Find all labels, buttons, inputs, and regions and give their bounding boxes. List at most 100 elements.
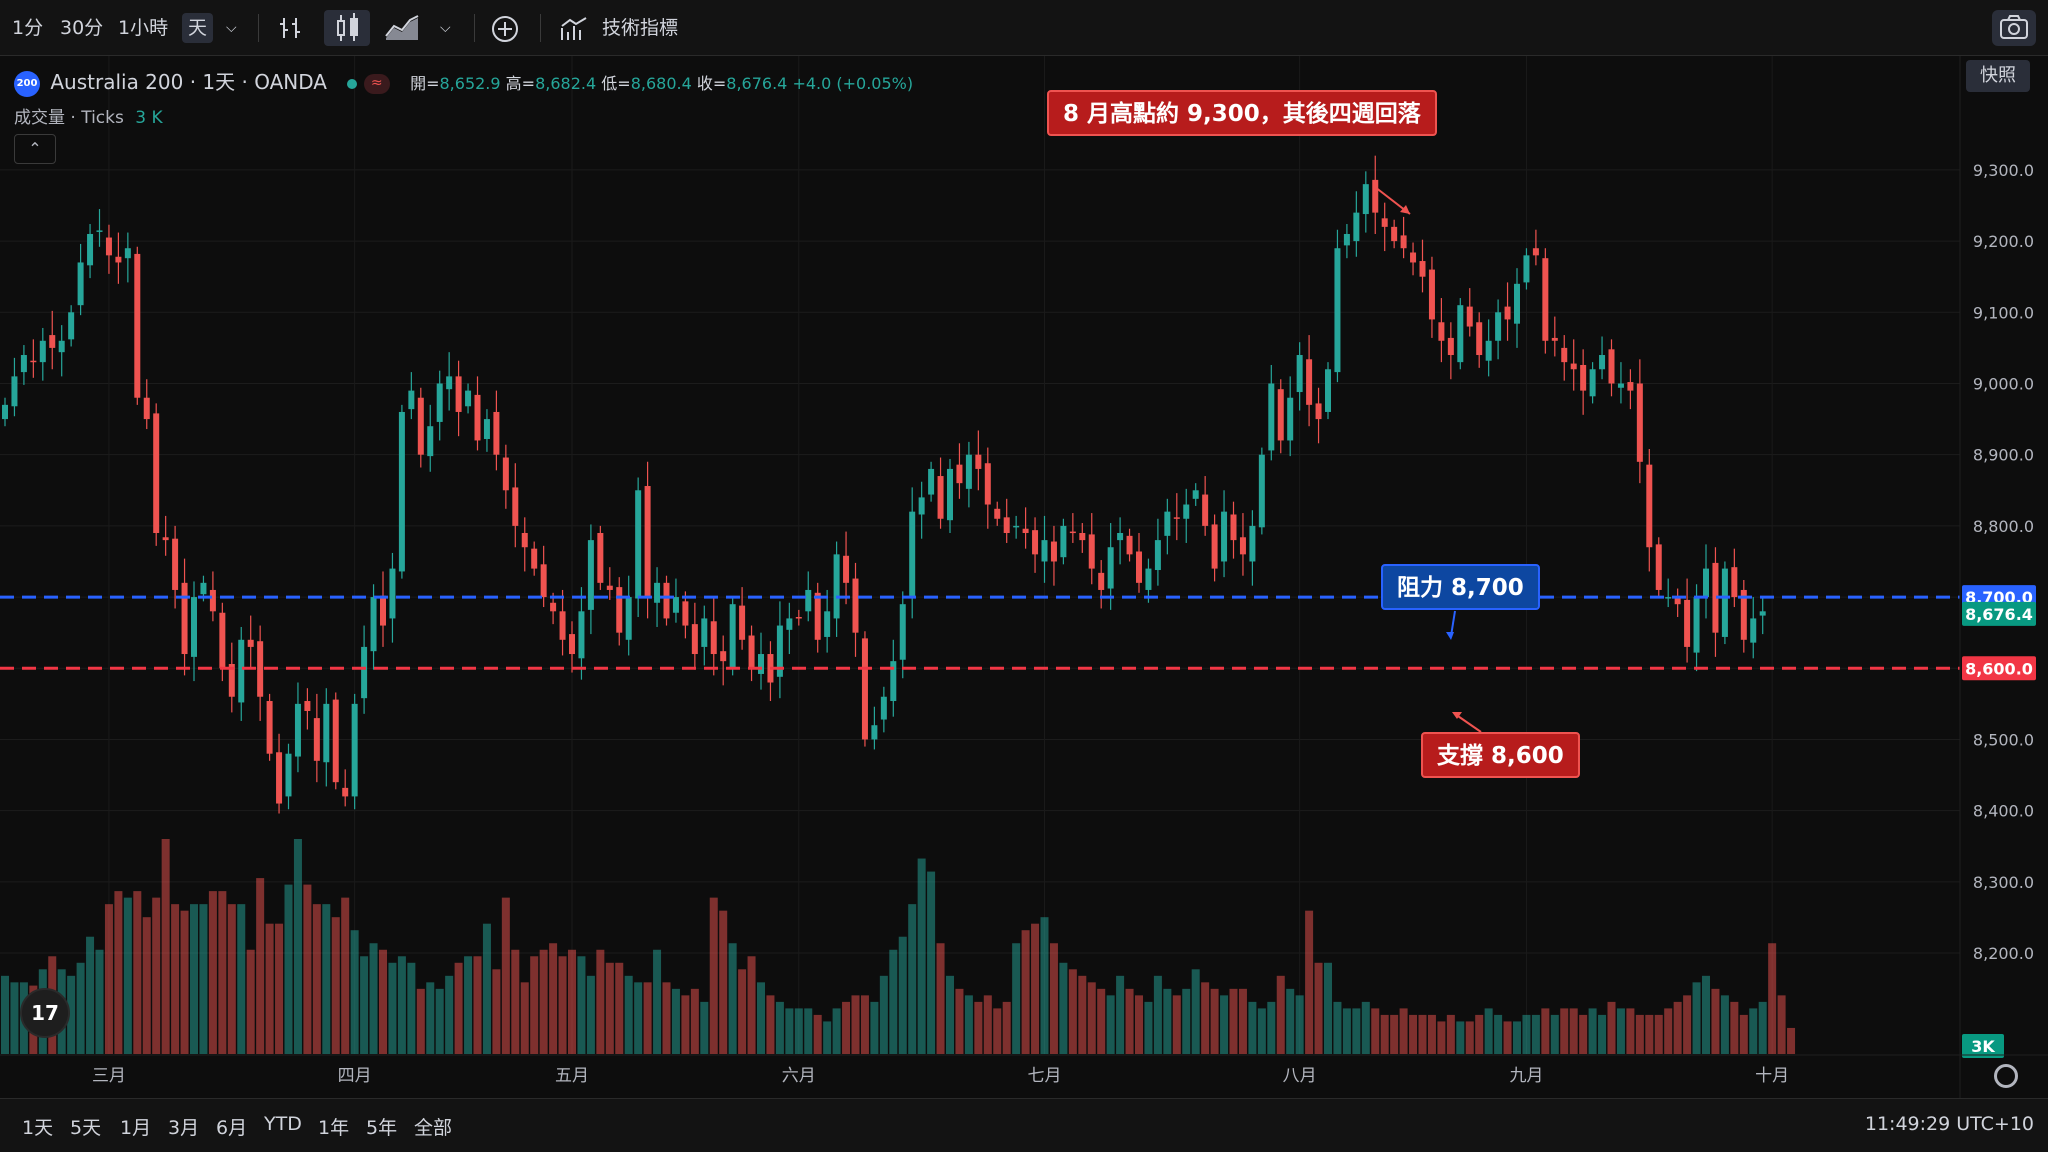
candle (1419, 239, 1426, 293)
candle (1343, 224, 1350, 259)
candle (1514, 268, 1520, 348)
range-1y-button[interactable]: 1年 (318, 1113, 349, 1140)
time-axis-month-label: 八月 (1283, 1066, 1317, 1086)
volume-bar (1484, 1008, 1493, 1054)
range-6m-button[interactable]: 6月 (216, 1113, 247, 1140)
volume-bar (974, 1001, 983, 1054)
candle-body (304, 701, 311, 711)
indicators-icon[interactable] (560, 16, 588, 46)
volume-bar (218, 891, 227, 1054)
annotation-support[interactable]: 支撐 8,600 (1421, 732, 1580, 778)
chart-type-dropdown-icon[interactable]: ⌵ (440, 13, 451, 43)
candle-body (871, 725, 878, 740)
candle-body (1268, 383, 1275, 451)
candle (918, 481, 925, 539)
candle-body (389, 568, 396, 619)
snapshot-button[interactable] (1992, 10, 2036, 46)
volume-bar (161, 839, 170, 1054)
volume-bar (700, 1001, 709, 1054)
candle-body (87, 233, 94, 266)
candle-body (172, 538, 179, 590)
interval-dropdown-chevron-icon[interactable]: ⌵ (226, 13, 237, 43)
toolbar-divider (474, 14, 475, 42)
candle (984, 447, 991, 529)
candle (786, 602, 793, 655)
indicators-button[interactable]: 技術指標 (602, 13, 678, 43)
range-3m-button[interactable]: 3月 (168, 1113, 199, 1140)
volume-bar (1361, 1001, 1370, 1054)
candle (805, 571, 812, 622)
interval-1min-button[interactable]: 1分 (12, 13, 43, 43)
candle-body (247, 639, 254, 647)
candle (1750, 597, 1757, 659)
candle-body (1154, 540, 1161, 571)
volume-bar (1588, 1008, 1597, 1054)
candle-body (521, 533, 528, 548)
toolbar-divider (540, 14, 541, 42)
candle-body (342, 787, 349, 797)
candle (313, 693, 320, 783)
candle (1325, 362, 1331, 420)
price-chart[interactable]: 8,200.08,300.08,400.08,500.08,600.08,700… (0, 56, 2048, 1098)
annotation-resistance[interactable]: 阻力 8,700 (1381, 564, 1540, 610)
candle (1400, 216, 1407, 259)
volume-bar (142, 917, 151, 1054)
candle-body (1230, 514, 1237, 541)
candle (720, 635, 727, 686)
range-all-button[interactable]: 全部 (414, 1113, 452, 1140)
candle-body (663, 582, 670, 619)
candle-body (1173, 517, 1180, 519)
interval-30min-button[interactable]: 30分 (60, 13, 103, 43)
range-1d-button[interactable]: 1天 (22, 1113, 53, 1140)
candle-body (1362, 184, 1369, 215)
volume-bar (473, 956, 482, 1054)
collapse-legend-button[interactable]: ⌃ (14, 134, 56, 164)
candle-body (1145, 568, 1152, 590)
candle (1485, 319, 1492, 377)
candle-body (1315, 403, 1322, 420)
candle-body (540, 564, 547, 598)
candle-body (30, 360, 37, 363)
symbol-title[interactable]: Australia 200 · 1天 · OANDA (50, 70, 327, 94)
interval-day-button[interactable]: 天 (182, 13, 214, 43)
candle (1013, 515, 1020, 539)
candle-body (238, 639, 245, 703)
candle (1457, 298, 1464, 370)
volume-bar (936, 943, 945, 1054)
range-ytd-button[interactable]: YTD (264, 1113, 302, 1135)
candle-body (455, 376, 462, 412)
volume-bar (1654, 1014, 1663, 1054)
candle (1126, 528, 1133, 562)
area-chart-icon[interactable] (384, 14, 420, 44)
candlestick-icon (337, 13, 358, 41)
range-1m-button[interactable]: 1月 (120, 1113, 151, 1140)
candle (776, 601, 783, 699)
candle (465, 383, 472, 414)
volume-bar (1342, 1008, 1351, 1054)
time-axis-month-label: 五月 (555, 1066, 589, 1086)
candle (493, 390, 500, 471)
range-5d-button[interactable]: 5天 (70, 1113, 101, 1140)
volume-bar (879, 975, 888, 1054)
compare-plus-icon[interactable] (490, 14, 520, 44)
candle (1353, 191, 1360, 257)
volume-bar (586, 975, 595, 1054)
data-delay-icon[interactable]: ≈ (363, 73, 390, 94)
volume-bar (1352, 1008, 1361, 1054)
bar-type-icon[interactable] (278, 16, 304, 46)
annotation-august-high[interactable]: 8 月高點約 9,300，其後四週回落 (1047, 90, 1437, 136)
volume-bar (1720, 995, 1729, 1054)
candle-body (39, 340, 46, 363)
candles-type-button[interactable] (324, 10, 370, 46)
range-5y-button[interactable]: 5年 (366, 1113, 397, 1140)
candle (115, 232, 122, 284)
candle-body (266, 701, 273, 754)
candle-body (465, 390, 472, 407)
candle (332, 692, 339, 790)
tradingview-logo[interactable]: 17 (20, 988, 70, 1038)
gear-icon[interactable] (1994, 1064, 2018, 1088)
volume-bar (1787, 1027, 1796, 1054)
candle-body (984, 463, 991, 505)
clock-timezone[interactable]: 11:49:29 UTC+10 (1865, 1113, 2034, 1135)
interval-1h-button[interactable]: 1小時 (118, 13, 168, 43)
